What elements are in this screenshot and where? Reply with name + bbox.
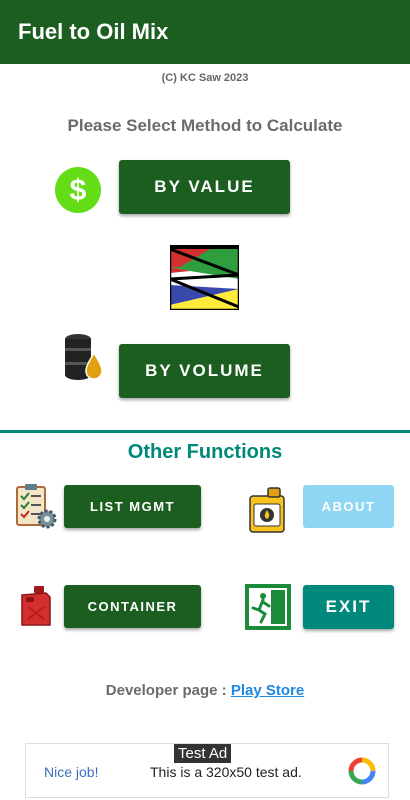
by-value-button[interactable]: BY VALUE (119, 160, 290, 214)
exit-button[interactable]: EXIT (303, 585, 394, 629)
app-bar: Fuel to Oil Mix (0, 0, 410, 64)
dollar-icon: $ (54, 166, 102, 219)
ad-logo-icon (348, 757, 376, 790)
ad-message-text: This is a 320x50 test ad. (150, 764, 302, 780)
section-divider (0, 430, 410, 433)
developer-line: Developer page : Play Store (0, 682, 410, 699)
flag-logo-icon (169, 244, 240, 315)
checklist-gear-icon (14, 484, 58, 535)
fuel-jerrycan-icon (20, 585, 52, 632)
about-button[interactable]: ABOUT (303, 485, 394, 528)
oil-can-icon (246, 486, 288, 539)
oil-barrel-icon (62, 333, 104, 386)
calc-method-heading: Please Select Method to Calculate (67, 116, 343, 135)
exit-door-icon (245, 584, 291, 635)
ad-nice-job-text: Nice job! (44, 764, 99, 780)
other-functions-heading: Other Functions (127, 441, 283, 463)
by-volume-button[interactable]: BY VOLUME (119, 344, 290, 398)
copyright-text: (C) KC Saw 2023 (161, 72, 249, 84)
play-store-link[interactable]: Play Store (231, 682, 304, 699)
app-title: Fuel to Oil Mix (18, 19, 169, 44)
test-ad-tag: Test Ad (174, 744, 232, 763)
list-mgmt-button[interactable]: LIST MGMT (64, 485, 201, 528)
svg-text:$: $ (70, 174, 87, 207)
container-button[interactable]: CONTAINER (64, 585, 201, 628)
developer-label: Developer page : (105, 682, 227, 699)
